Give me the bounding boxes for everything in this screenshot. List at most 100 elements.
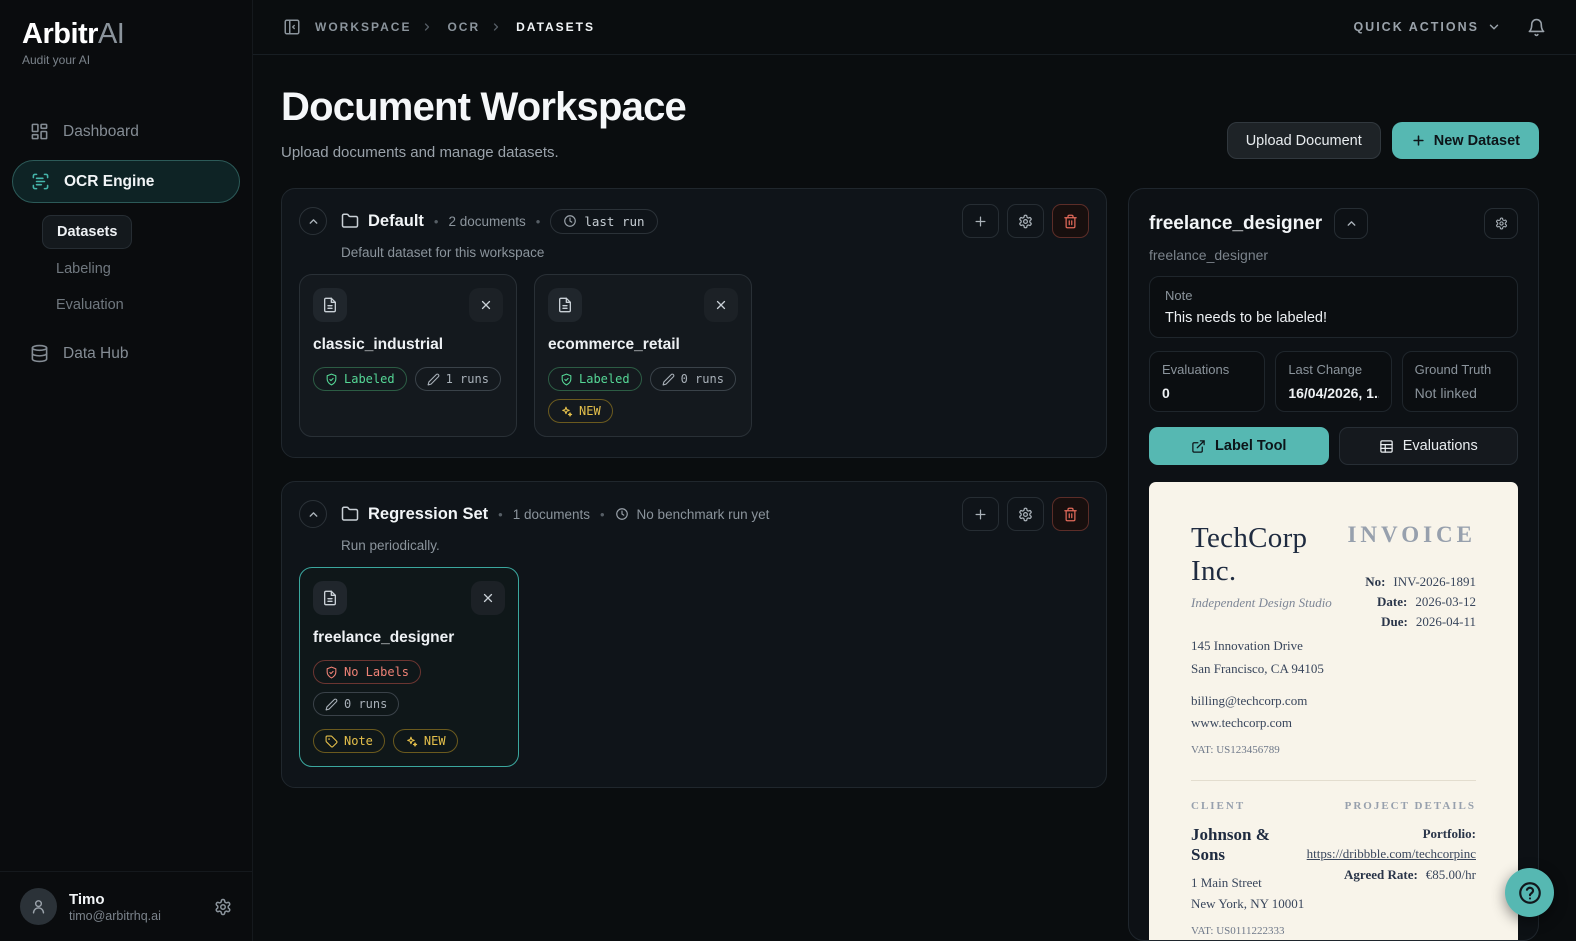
remove-document-button[interactable]: [471, 581, 505, 615]
add-document-button[interactable]: [962, 204, 999, 238]
invoice-number: No:INV-2026-1891: [1347, 572, 1476, 592]
sidebar-item-datasets[interactable]: Datasets: [42, 215, 132, 249]
remove-document-button[interactable]: [469, 288, 503, 322]
sidebar-item-data-hub[interactable]: Data Hub: [12, 333, 240, 374]
breadcrumb: WORKSPACE OCR DATASETS: [283, 18, 595, 36]
gear-icon: [1495, 217, 1508, 230]
project-details-heading: PROJECT DETAILS: [1307, 800, 1476, 812]
upload-document-button[interactable]: Upload Document: [1227, 122, 1381, 159]
clock-icon: [615, 507, 629, 521]
table-icon: [1379, 439, 1394, 454]
sparkles-icon: [560, 405, 573, 418]
sidebar-item-labeling[interactable]: Labeling: [42, 253, 125, 285]
tag-icon: [325, 735, 338, 748]
ocr-engine-submenu: Datasets Labeling Evaluation: [42, 213, 240, 323]
dataset-settings-button[interactable]: [1007, 204, 1044, 238]
chevron-down-icon: [1487, 20, 1501, 34]
agreed-rate: Agreed Rate:€85.00/hr: [1307, 867, 1476, 883]
breadcrumb-datasets: DATASETS: [516, 20, 595, 34]
remove-document-button[interactable]: [704, 288, 738, 322]
chevron-up-icon: [307, 508, 320, 521]
dataset-description: Default dataset for this workspace: [341, 245, 1089, 260]
divider: [1191, 780, 1476, 781]
client-name: Johnson & Sons: [1191, 825, 1307, 865]
clock-icon: [563, 214, 577, 228]
panel-settings-button[interactable]: [1484, 208, 1518, 239]
dataset-description: Run periodically.: [341, 538, 1089, 553]
shield-check-icon: [325, 373, 338, 386]
dataset-list: Default • 2 documents • last run: [281, 188, 1107, 941]
user-profile[interactable]: Timo timo@arbitrhq.ai: [0, 871, 252, 941]
folder-icon: [341, 505, 359, 523]
quick-actions-menu[interactable]: QUICK ACTIONS: [1353, 20, 1501, 34]
collapse-panel-button[interactable]: [1334, 208, 1368, 239]
topbar: WORKSPACE OCR DATASETS QUICK ACTIONS: [253, 0, 1576, 55]
gear-icon: [1018, 507, 1033, 522]
invoice-address-1: 145 Innovation Drive: [1191, 635, 1347, 658]
quick-actions-label: QUICK ACTIONS: [1353, 20, 1479, 34]
document-name: freelance_designer: [313, 629, 505, 647]
client-heading: CLIENT: [1191, 800, 1307, 812]
label-tool-button[interactable]: Label Tool: [1149, 427, 1329, 465]
breadcrumb-workspace[interactable]: WORKSPACE: [315, 20, 411, 34]
bell-icon: [1527, 18, 1546, 37]
sidebar-item-evaluation[interactable]: Evaluation: [42, 289, 138, 321]
chevron-right-icon: [421, 21, 433, 33]
delete-dataset-button[interactable]: [1052, 497, 1089, 531]
shield-check-icon: [560, 373, 573, 386]
breadcrumb-ocr[interactable]: OCR: [447, 20, 480, 34]
portfolio-link[interactable]: https://dribbble.com/techcorpinc: [1307, 846, 1476, 862]
brand-logo: ArbitrAI Audit your AI: [0, 0, 252, 77]
panel-left-icon: [283, 18, 301, 36]
brand-name-light: AI: [98, 18, 124, 50]
file-chip: [313, 581, 347, 615]
user-name: Timo: [69, 891, 202, 908]
plus-icon: [1411, 133, 1426, 148]
sidebar-nav: Dashboard OCR Engine Datasets Labeling E…: [0, 77, 252, 386]
sidebar-spacer: [0, 386, 252, 871]
invoice-date: Date:2026-03-12: [1347, 592, 1476, 612]
notifications-button[interactable]: [1527, 18, 1546, 37]
no-labels-badge: No Labels: [313, 660, 421, 684]
new-badge: NEW: [548, 399, 613, 423]
document-detail-panel: freelance_designer freelance_designer No…: [1128, 188, 1539, 941]
sidebar-item-ocr-engine[interactable]: OCR Engine: [12, 160, 240, 203]
dataset-doc-count: 2 documents: [448, 214, 525, 229]
dataset-card-regression-set: Regression Set • 1 documents • No benchm…: [281, 481, 1107, 788]
evaluations-button[interactable]: Evaluations: [1339, 427, 1519, 465]
dataset-settings-button[interactable]: [1007, 497, 1044, 531]
document-preview[interactable]: TechCorp Inc. Independent Design Studio …: [1149, 482, 1518, 941]
labeled-badge: Labeled: [548, 367, 642, 391]
file-chip: [548, 288, 582, 322]
runs-badge: 0 runs: [650, 367, 736, 391]
dataset-name: Regression Set: [368, 505, 488, 524]
close-icon: [714, 298, 728, 312]
document-tile-freelance-designer[interactable]: freelance_designer No Labels 0 runs Note…: [299, 567, 519, 767]
trash-icon: [1063, 507, 1078, 522]
delete-dataset-button[interactable]: [1052, 204, 1089, 238]
avatar: [20, 888, 57, 925]
invoice-address-2: San Francisco, CA 94105: [1191, 658, 1347, 681]
document-tile-ecommerce-retail[interactable]: ecommerce_retail Labeled 0 runs NEW: [534, 274, 752, 437]
app-root: ArbitrAI Audit your AI Dashboard OCR Eng…: [0, 0, 1576, 941]
circle-question-icon: [1517, 880, 1543, 906]
sidebar-toggle-button[interactable]: [283, 18, 301, 36]
stat-evaluations: Evaluations 0: [1149, 351, 1265, 412]
sidebar: ArbitrAI Audit your AI Dashboard OCR Eng…: [0, 0, 253, 941]
page-header: Document Workspace Upload documents and …: [281, 85, 1539, 161]
gear-icon: [214, 898, 232, 916]
user-settings-button[interactable]: [214, 898, 232, 916]
document-tile-classic-industrial[interactable]: classic_industrial Labeled 1 runs: [299, 274, 517, 437]
collapse-dataset-button[interactable]: [299, 207, 327, 235]
collapse-dataset-button[interactable]: [299, 500, 327, 528]
help-button[interactable]: [1505, 868, 1554, 917]
invoice-due: Due:2026-04-11: [1347, 612, 1476, 632]
new-dataset-button[interactable]: New Dataset: [1392, 122, 1539, 159]
sidebar-item-dashboard[interactable]: Dashboard: [12, 111, 240, 152]
pen-icon: [325, 698, 338, 711]
runs-badge: 0 runs: [313, 692, 399, 716]
chevron-right-icon: [490, 21, 502, 33]
client-address-1: 1 Main Street: [1191, 873, 1307, 894]
chevron-up-icon: [307, 215, 320, 228]
add-document-button[interactable]: [962, 497, 999, 531]
